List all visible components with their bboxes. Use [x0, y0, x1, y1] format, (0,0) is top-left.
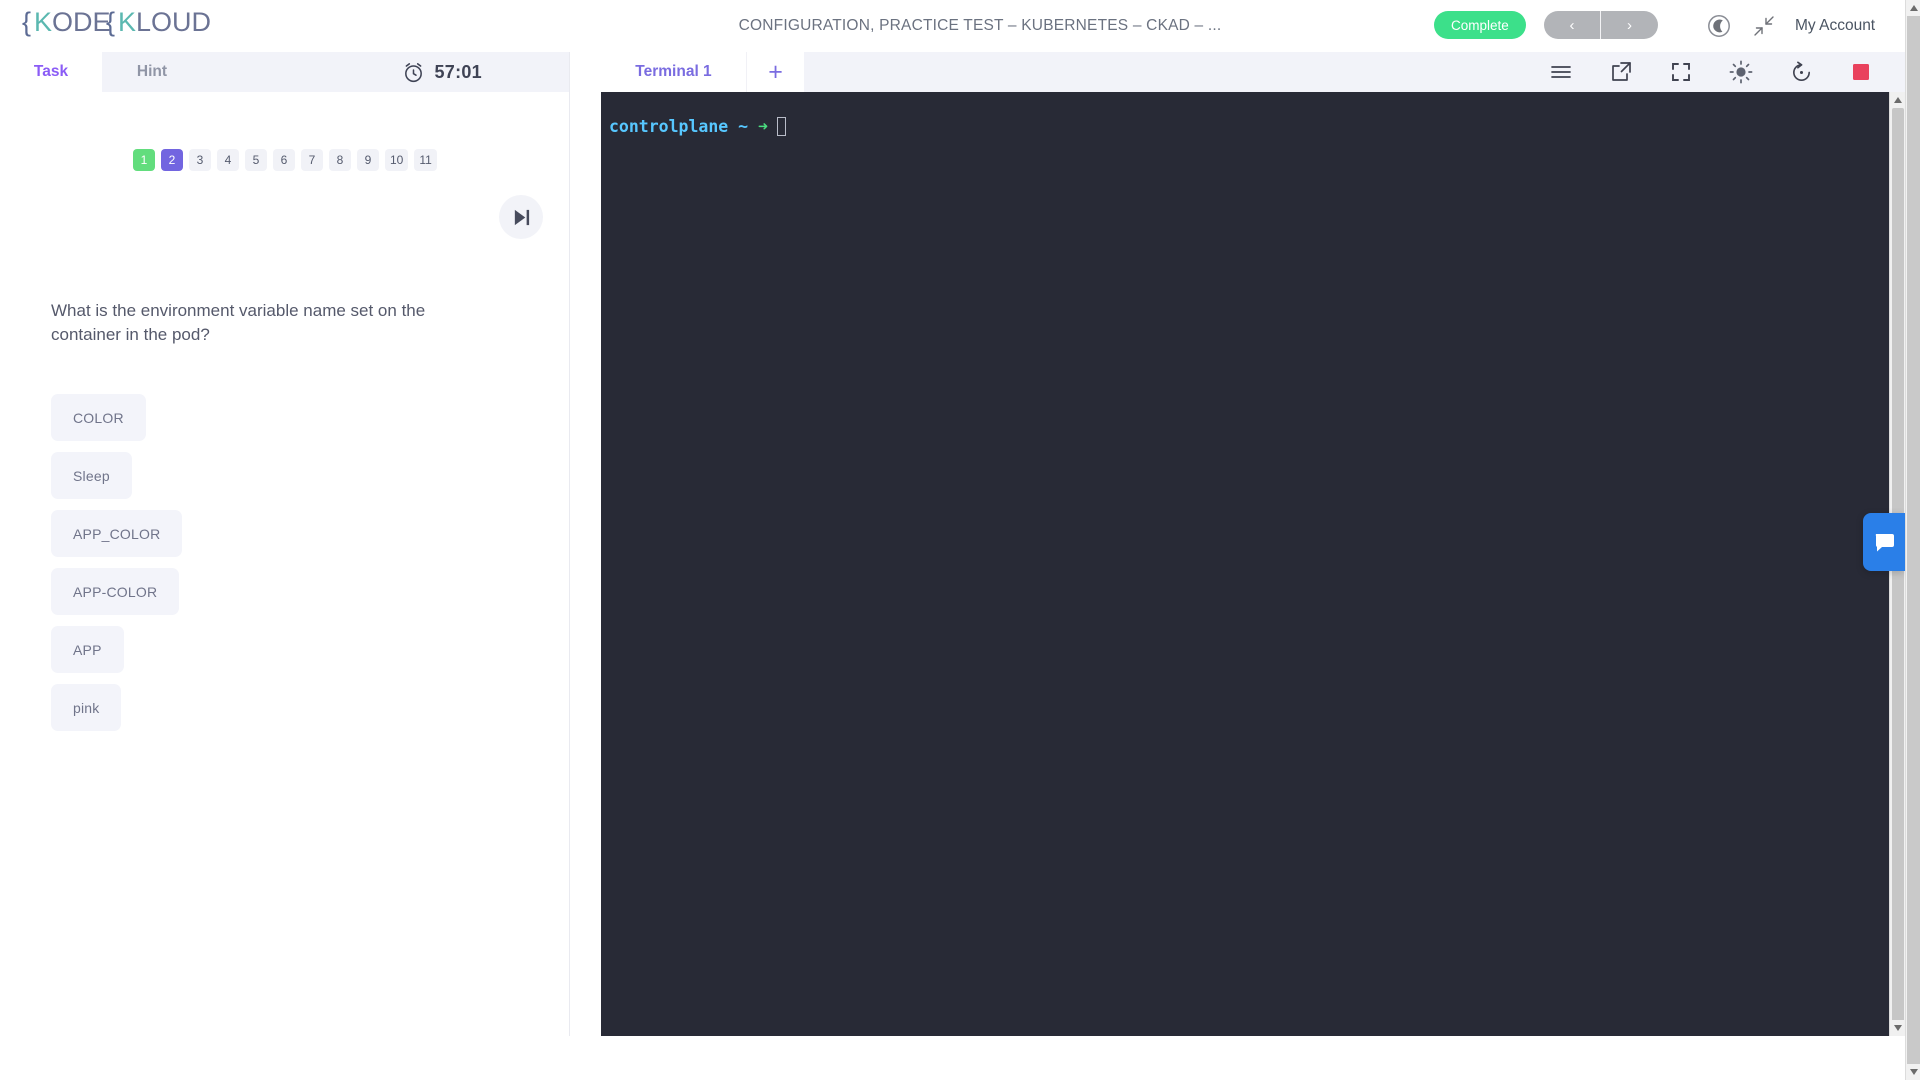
option-sleep[interactable]: Sleep: [51, 452, 132, 499]
caret-down-glyph: [1894, 1025, 1902, 1031]
fullscreen-glyph: [1672, 63, 1690, 81]
add-terminal-button[interactable]: +: [746, 52, 804, 92]
question-nav-9[interactable]: 9: [357, 149, 379, 171]
terminal-output-area[interactable]: controlplane ~ ➜: [601, 92, 1889, 1036]
restart-icon[interactable]: [1789, 60, 1813, 84]
option-color[interactable]: COLOR: [51, 394, 146, 441]
menu-icon[interactable]: [1549, 60, 1573, 84]
page-scrollbar[interactable]: [1905, 0, 1920, 1080]
my-account-link[interactable]: My Account: [1795, 17, 1875, 35]
tab-terminal-1[interactable]: Terminal 1: [601, 52, 746, 92]
caret-up-glyph: [1894, 97, 1902, 103]
brightness-icon[interactable]: [1729, 60, 1753, 84]
task-tab-bar: Task Hint 57:01: [0, 52, 569, 92]
answer-options-list: COLOR Sleep APP_COLOR APP-COLOR APP pink: [51, 394, 183, 731]
terminal-scroll-up-icon[interactable]: [1890, 92, 1906, 108]
course-title: CONFIGURATION, PRACTICE TEST – KUBERNETE…: [738, 17, 1222, 34]
alarm-clock-icon: [405, 62, 423, 82]
page-scroll-thumb[interactable]: [1907, 16, 1920, 1064]
terminal-cursor: [776, 117, 786, 136]
stop-icon[interactable]: [1849, 60, 1873, 84]
next-button[interactable]: ›: [1601, 11, 1658, 39]
question-nav-7[interactable]: 7: [301, 149, 323, 171]
terminal-scroll-thumb[interactable]: [1892, 108, 1904, 1036]
terminal-panel: Terminal 1 + controlplane ~ ➜: [601, 52, 1906, 1036]
question-nav-11[interactable]: 11: [414, 149, 437, 171]
question-nav-5[interactable]: 5: [245, 149, 267, 171]
dark-mode-moon-icon[interactable]: [1707, 14, 1731, 38]
terminal-prompt: controlplane ~ ➜: [609, 117, 786, 136]
menu-glyph: [1551, 66, 1571, 78]
top-header: { K ODE { K LOUD CONFIGURATION, PRACTICE…: [0, 0, 1905, 52]
brightness-glyph: [1729, 60, 1753, 84]
kodekloud-logo-icon: { K ODE { K LOUD: [22, 8, 211, 37]
restart-glyph: [1792, 61, 1810, 81]
chat-widget-button[interactable]: [1863, 513, 1905, 571]
question-text: What is the environment variable name se…: [51, 301, 426, 345]
collapse-arrows-icon[interactable]: [1753, 15, 1775, 37]
question-nav-6[interactable]: 6: [273, 149, 295, 171]
svg-text:K: K: [34, 8, 52, 37]
task-panel: Task Hint 57:01 1 2 3 4 5 6 7 8 9 10 11 …: [0, 52, 570, 1036]
question-navigator: 1 2 3 4 5 6 7 8 9 10 11: [0, 138, 570, 182]
caret-up-glyph: [1909, 5, 1918, 11]
countdown-timer: 57:01: [402, 61, 482, 84]
svg-text:{: {: [22, 8, 31, 37]
stop-glyph: [1853, 64, 1869, 80]
page-scroll-down-icon[interactable]: [1906, 1064, 1920, 1080]
timer-area: 57:01: [202, 52, 569, 92]
terminal-scroll-down-icon[interactable]: [1890, 1020, 1906, 1036]
question-nav-2[interactable]: 2: [161, 149, 183, 171]
option-app[interactable]: APP: [51, 626, 124, 673]
tab-task[interactable]: Task: [0, 52, 102, 92]
option-app-color-underscore[interactable]: APP_COLOR: [51, 510, 183, 557]
question-nav-10[interactable]: 10: [385, 149, 409, 171]
question-nav-1[interactable]: 1: [133, 149, 155, 171]
option-app-color-hyphen[interactable]: APP-COLOR: [51, 568, 180, 615]
terminal-tab-bar: Terminal 1 +: [601, 52, 1905, 92]
skip-forward-button[interactable]: [499, 195, 543, 239]
fullscreen-icon[interactable]: [1669, 60, 1693, 84]
terminal-toolbar: [804, 52, 1905, 92]
prompt-hostname: controlplane: [609, 117, 729, 136]
moon-glyph: [1708, 15, 1730, 37]
external-link-icon[interactable]: [1609, 60, 1633, 84]
question-nav-8[interactable]: 8: [329, 149, 351, 171]
caret-down-glyph: [1909, 1069, 1918, 1075]
svg-text:ODE: ODE: [52, 8, 111, 37]
complete-button[interactable]: Complete: [1434, 11, 1526, 39]
question-nav-3[interactable]: 3: [189, 149, 211, 171]
question-nav-4[interactable]: 4: [217, 149, 239, 171]
prev-button[interactable]: ‹: [1544, 11, 1601, 39]
chat-bubble-icon: [1875, 534, 1894, 552]
svg-text:{: {: [106, 8, 115, 37]
skip-forward-icon: [514, 209, 529, 225]
app-root: { K ODE { K LOUD CONFIGURATION, PRACTICE…: [0, 0, 1920, 1080]
svg-text:K: K: [118, 8, 136, 37]
tab-hint[interactable]: Hint: [102, 52, 202, 92]
prompt-arrow-icon: ➜: [758, 117, 768, 136]
svg-text:LOUD: LOUD: [136, 8, 211, 37]
collapse-glyph: [1754, 16, 1774, 36]
external-link-glyph: [1612, 62, 1631, 81]
option-pink[interactable]: pink: [51, 684, 122, 731]
kodekloud-logo[interactable]: { K ODE { K LOUD: [22, 6, 212, 40]
nav-prev-next-group: ‹ ›: [1544, 11, 1658, 39]
timer-value: 57:01: [434, 61, 482, 82]
prompt-path: ~: [738, 117, 749, 136]
page-scroll-up-icon[interactable]: [1906, 0, 1920, 16]
